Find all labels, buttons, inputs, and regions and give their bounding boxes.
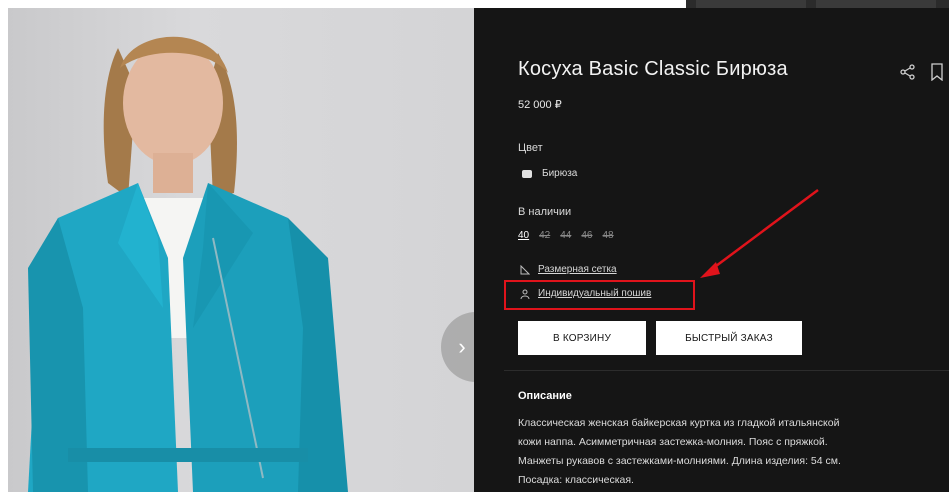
size-selector: 40 42 44 46 48 bbox=[518, 230, 614, 241]
color-swatch-icon bbox=[522, 169, 532, 178]
top-bar-segment bbox=[696, 0, 806, 8]
top-bar-segment bbox=[816, 0, 936, 8]
product-price: 52 000 ₽ bbox=[518, 99, 562, 111]
top-bar bbox=[686, 0, 949, 8]
availability-label: В наличии bbox=[518, 206, 572, 218]
annotation-highlight-box bbox=[504, 280, 695, 310]
size-option[interactable]: 42 bbox=[539, 230, 550, 241]
description-title: Описание bbox=[518, 390, 572, 402]
size-chart-label: Размерная сетка bbox=[538, 264, 617, 275]
divider bbox=[504, 370, 949, 371]
color-option[interactable]: Бирюза bbox=[522, 168, 577, 179]
product-title: Косуха Basic Classic Бирюза bbox=[518, 58, 788, 80]
color-value: Бирюза bbox=[542, 168, 578, 179]
size-option[interactable]: 46 bbox=[581, 230, 592, 241]
model-illustration bbox=[28, 36, 348, 492]
size-option[interactable]: 44 bbox=[560, 230, 571, 241]
chevron-right-icon: › bbox=[458, 334, 466, 359]
add-to-cart-button[interactable]: В КОРЗИНУ bbox=[518, 321, 646, 355]
color-label: Цвет bbox=[518, 142, 543, 154]
size-option[interactable]: 40 bbox=[518, 230, 529, 241]
product-info-panel: Косуха Basic Classic Бирюза 52 000 ₽ Цве… bbox=[474, 8, 949, 492]
size-option[interactable]: 48 bbox=[603, 230, 614, 241]
quick-order-button[interactable]: БЫСТРЫЙ ЗАКАЗ bbox=[656, 321, 802, 355]
size-chart-link[interactable]: Размерная сетка bbox=[520, 264, 617, 275]
ruler-icon bbox=[520, 264, 530, 274]
product-photo bbox=[8, 8, 474, 492]
bookmark-icon[interactable] bbox=[930, 63, 944, 81]
description-text: Классическая женская байкерская куртка и… bbox=[518, 417, 841, 486]
share-icon[interactable] bbox=[899, 63, 917, 81]
